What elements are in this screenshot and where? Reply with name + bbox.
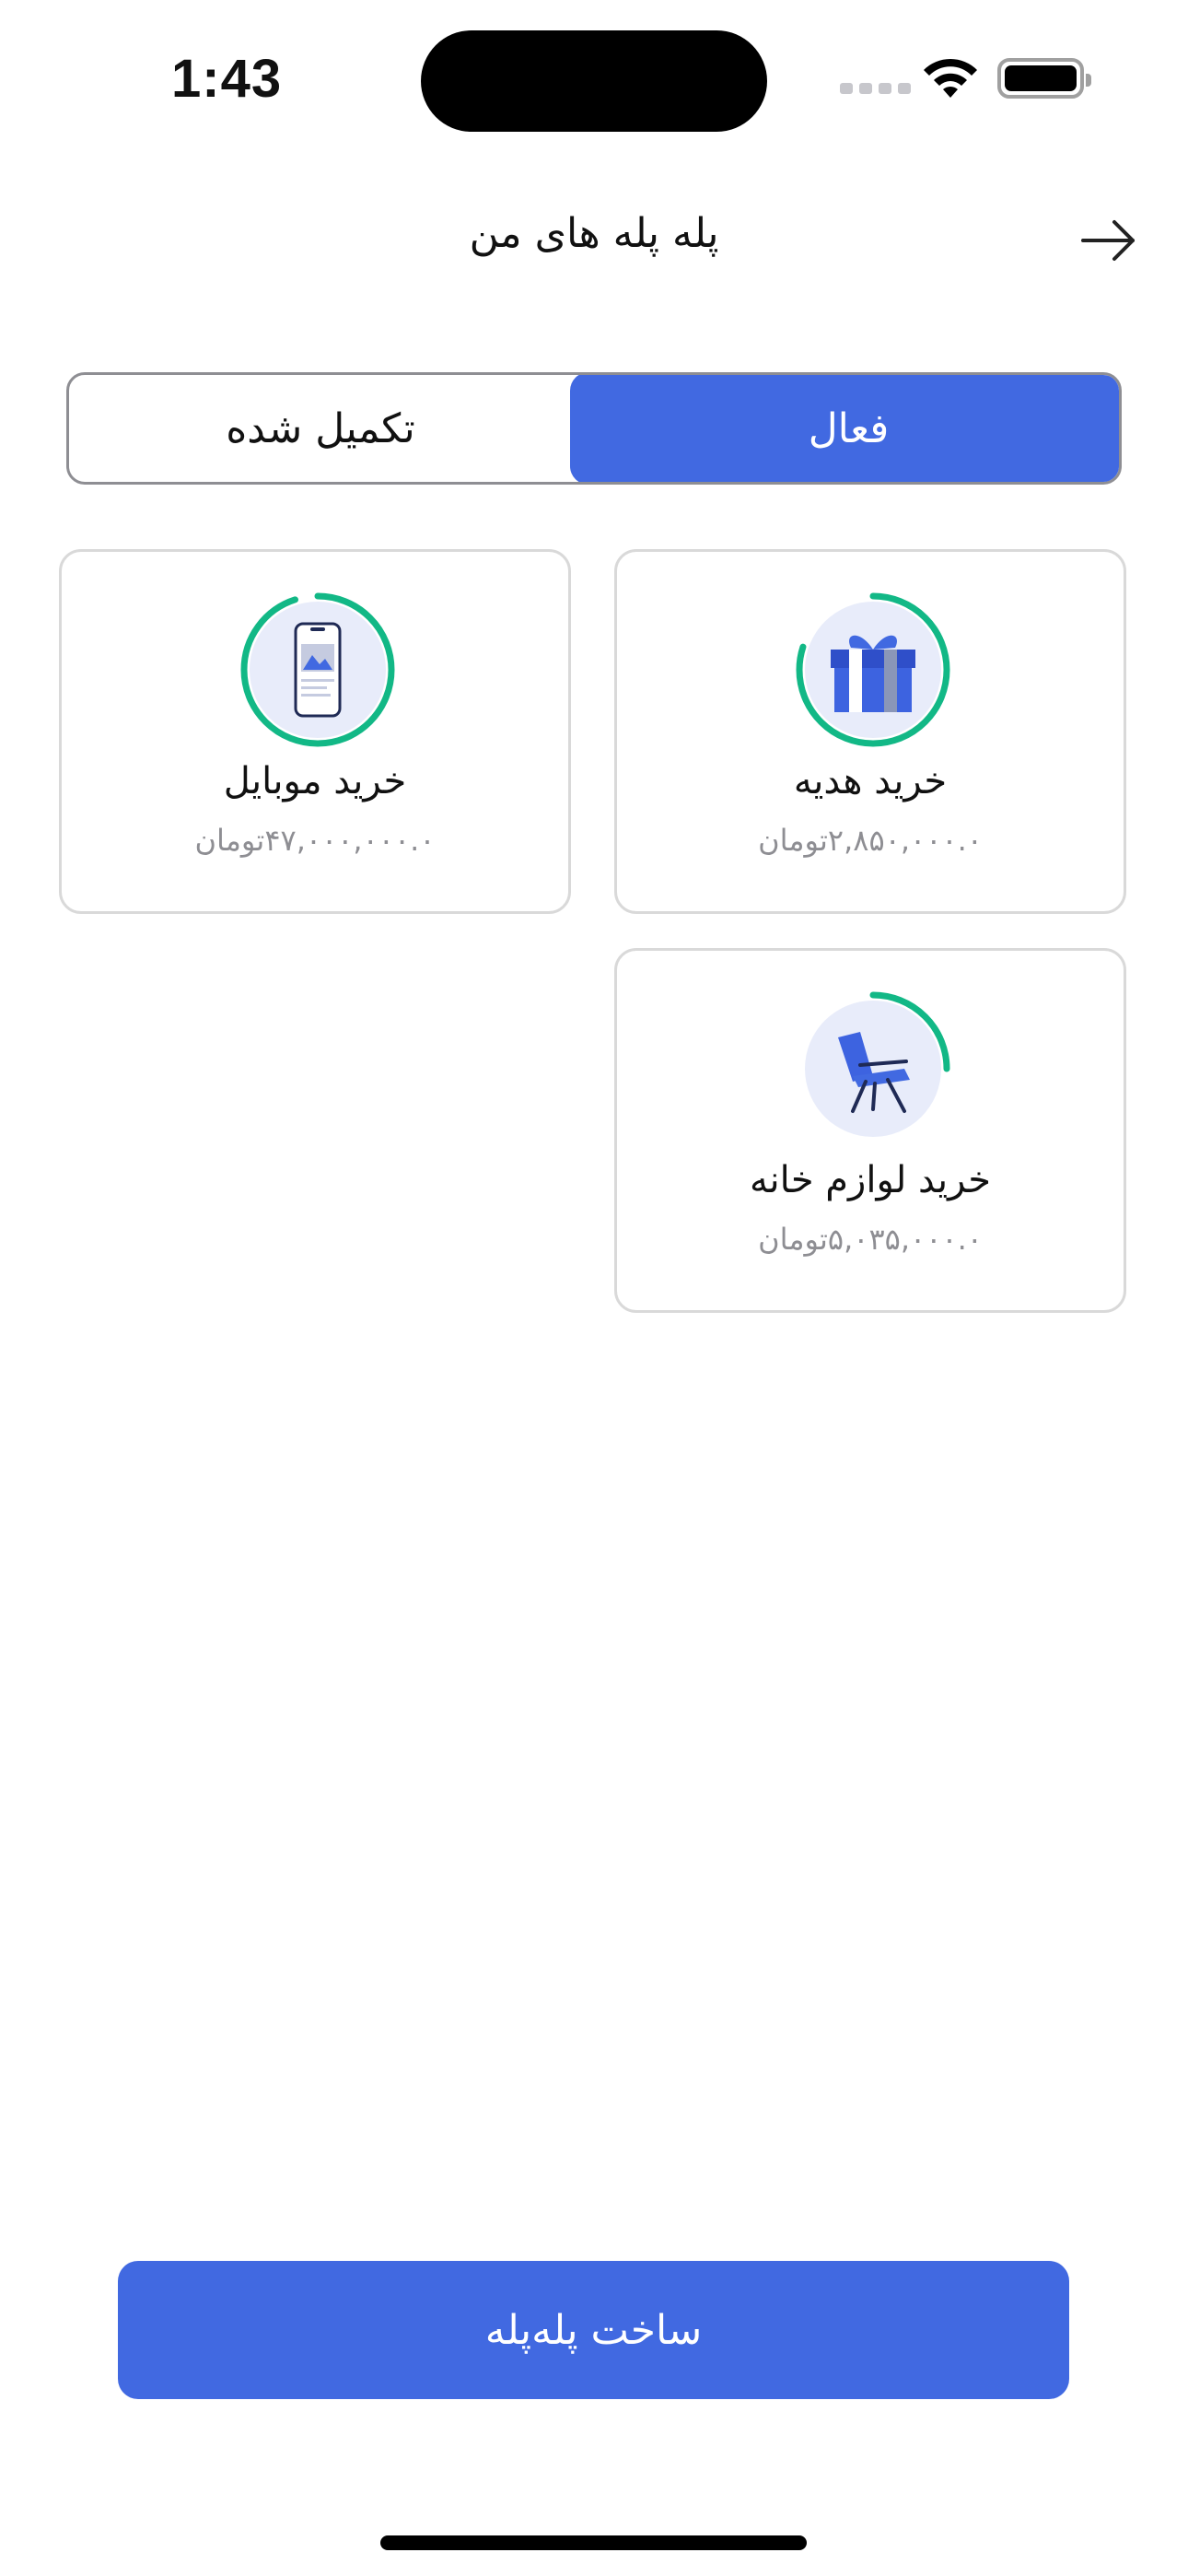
home-indicator: [380, 2535, 807, 2550]
cellular-signal-icon: [840, 83, 911, 94]
wifi-icon: [924, 58, 977, 98]
page-title: پله پله های من: [469, 210, 719, 257]
card-amount: ۲,۸۵۰,۰۰۰.۰تومان: [758, 823, 983, 858]
card-title: خرید موبایل: [223, 760, 407, 802]
card-amount: ۴۷,۰۰۰,۰۰۰.۰تومان: [194, 823, 436, 858]
status-bar: 1:43: [0, 0, 1188, 157]
arrow-right-icon: [1081, 220, 1135, 261]
progress-ring: [796, 991, 950, 1146]
back-button[interactable]: [1074, 212, 1142, 269]
create-plan-button[interactable]: ساخت پله‌پله: [118, 2261, 1069, 2399]
segmented-tabs: تکمیل شده فعال: [66, 372, 1122, 485]
mobile-phone-icon: [294, 622, 342, 718]
plan-card-gift[interactable]: خرید هدیه ۲,۸۵۰,۰۰۰.۰تومان: [614, 549, 1126, 914]
status-time: 1:43: [171, 49, 283, 109]
card-title: خرید لوازم خانه: [750, 1159, 991, 1201]
progress-ring: [796, 592, 950, 747]
plan-card-mobile[interactable]: خرید موبایل ۴۷,۰۰۰,۰۰۰.۰تومان: [59, 549, 571, 914]
plan-card-home-appliances[interactable]: خرید لوازم خانه ۵,۰۳۵,۰۰۰.۰تومان: [614, 948, 1126, 1313]
tab-completed[interactable]: تکمیل شده: [69, 375, 572, 482]
card-title: خرید هدیه: [793, 760, 948, 802]
dynamic-island: [421, 30, 767, 132]
progress-ring: [240, 592, 395, 747]
battery-icon: [997, 58, 1091, 99]
header: پله پله های من: [0, 193, 1188, 286]
card-amount: ۵,۰۳۵,۰۰۰.۰تومان: [758, 1222, 983, 1257]
tab-active[interactable]: فعال: [570, 375, 1119, 482]
